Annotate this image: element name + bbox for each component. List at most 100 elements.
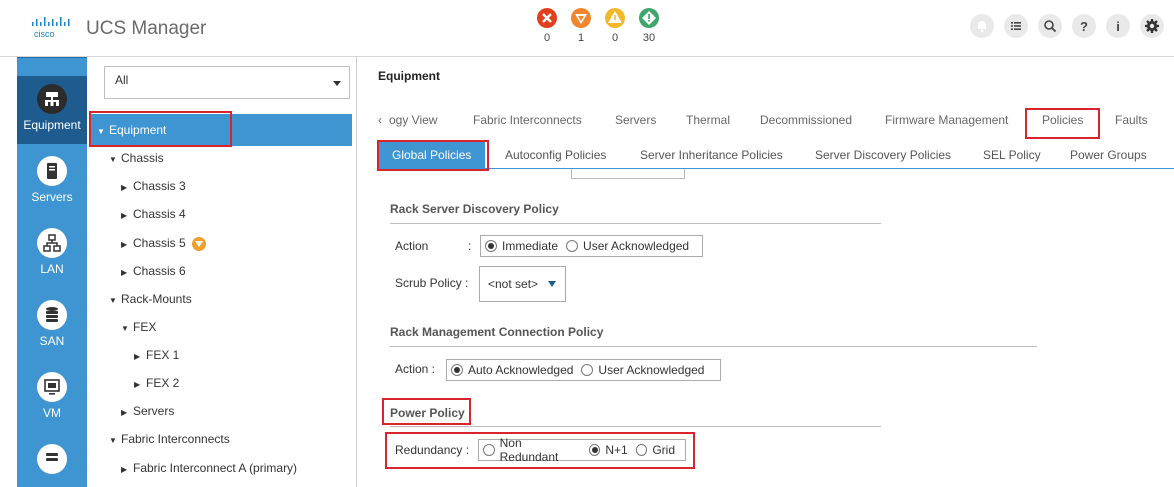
expand-right-icon: ▶ <box>121 408 128 417</box>
rack-discovery-action-radio-group: Immediate User Acknowledged <box>480 235 703 257</box>
tab-thermal[interactable]: Thermal <box>686 105 730 135</box>
expand-right-icon: ▶ <box>121 465 128 474</box>
tree-item-fabric-interconnect-a[interactable]: ▶ Fabric Interconnect A (primary) <box>121 454 297 482</box>
nav-vm[interactable]: VM <box>17 372 87 420</box>
tree-item-equipment[interactable]: ▼ Equipment <box>89 114 352 146</box>
info-icon[interactable]: i <box>1106 14 1130 38</box>
expand-down-icon: ▼ <box>109 296 117 305</box>
main-tab-bar: ‹ ogy View Fabric Interconnects Servers … <box>378 105 1174 135</box>
chevron-down-icon <box>548 281 557 287</box>
tab-firmware-management[interactable]: Firmware Management <box>885 105 1008 135</box>
expand-right-icon: ▶ <box>134 352 141 361</box>
subtab-power-groups[interactable]: Power Groups <box>1070 141 1147 169</box>
tree-filter-value: All <box>115 73 129 87</box>
tree-item-label: FEX 2 <box>146 376 180 390</box>
chevron-down-icon <box>333 81 341 86</box>
scrub-policy-value: <not set> <box>488 277 539 291</box>
expand-down-icon: ▼ <box>97 127 105 136</box>
nav-more[interactable] <box>17 444 87 478</box>
scrub-policy-label: Scrub Policy : <box>395 276 469 290</box>
list-icon[interactable] <box>1004 14 1028 38</box>
tree-item-label: Chassis <box>121 151 164 165</box>
tree-item-label: Equipment <box>109 123 167 137</box>
tree-item-servers[interactable]: ▶ Servers <box>121 397 174 425</box>
major-fault-summary[interactable]: 1 <box>566 7 596 44</box>
tab-servers[interactable]: Servers <box>615 105 656 135</box>
search-icon[interactable] <box>1038 14 1062 38</box>
warning-fault-icon <box>639 8 659 28</box>
tree-item-chassis-5[interactable]: ▶ Chassis 5 <box>121 229 206 257</box>
radio-n-plus-1[interactable] <box>588 444 601 456</box>
tree-item-fex[interactable]: ▼ FEX <box>121 313 156 341</box>
minor-fault-summary[interactable]: 0 <box>600 7 630 44</box>
radio-user-acknowledged-label: User Acknowledged <box>598 363 705 377</box>
nav-equipment-label: Equipment <box>23 118 81 132</box>
scrolled-field-remnant <box>571 169 685 179</box>
radio-auto-acknowledged[interactable] <box>451 364 463 376</box>
subtab-autoconfig-policies[interactable]: Autoconfig Policies <box>505 141 606 169</box>
tab-topology-view[interactable]: ogy View <box>389 105 437 135</box>
help-icon[interactable]: ? <box>1072 14 1096 38</box>
critical-fault-summary[interactable]: 0 <box>532 7 562 44</box>
radio-immediate[interactable] <box>485 240 497 252</box>
app-title: UCS Manager <box>86 18 207 39</box>
navigation-tree-panel: All ▼ Equipment ▼ Chassis ▶ Chassis 3 ▶ Chas… <box>87 57 357 487</box>
expand-down-icon: ▼ <box>109 155 117 164</box>
power-policy-title: Power Policy <box>390 406 465 420</box>
header-toolbar: ? i <box>970 14 1164 38</box>
subtab-global-policies[interactable]: Global Policies <box>378 141 486 169</box>
warning-fault-summary[interactable]: 30 <box>634 7 664 44</box>
critical-fault-count: 0 <box>543 32 551 44</box>
tab-scroll-left[interactable]: ‹ <box>378 105 382 135</box>
radio-user-acknowledged[interactable] <box>581 364 594 376</box>
tree-item-chassis-4[interactable]: ▶ Chassis 4 <box>121 200 186 228</box>
rack-mgmt-action-radio-group: Auto Acknowledged User Acknowledged <box>446 359 721 381</box>
tree-filter-select[interactable]: All <box>104 66 350 99</box>
redundancy-label: Redundancy : <box>395 443 470 457</box>
tree-item-fex-1[interactable]: ▶ FEX 1 <box>134 341 179 369</box>
tab-fabric-interconnects[interactable]: Fabric Interconnects <box>473 105 582 135</box>
subtab-sel-policy[interactable]: SEL Policy <box>983 141 1041 169</box>
section-divider <box>390 346 1037 347</box>
nav-lan-label: LAN <box>40 262 64 276</box>
nav-equipment[interactable]: Equipment <box>17 76 87 144</box>
nav-san[interactable]: SAN <box>17 300 87 348</box>
expand-right-icon: ▶ <box>121 211 128 220</box>
bell-icon[interactable] <box>970 14 994 38</box>
tree-item-fabric-interconnects[interactable]: ▼ Fabric Interconnects <box>109 425 230 453</box>
major-fault-count: 1 <box>577 32 585 44</box>
nav-lan[interactable]: LAN <box>17 228 87 276</box>
redundancy-radio-group: Non Redundant N+1 Grid <box>478 436 686 464</box>
section-divider <box>390 426 881 427</box>
tab-policies[interactable]: Policies <box>1042 105 1083 135</box>
radio-user-acknowledged[interactable] <box>566 240 579 252</box>
tree-item-rack-mounts[interactable]: ▼ Rack-Mounts <box>109 285 192 313</box>
subtab-server-discovery-policies[interactable]: Server Discovery Policies <box>815 141 951 169</box>
san-icon <box>37 300 67 330</box>
tree-item-chassis-6[interactable]: ▶ Chassis 6 <box>121 257 186 285</box>
tab-faults[interactable]: Faults <box>1115 105 1148 135</box>
rack-management-connection-title: Rack Management Connection Policy <box>390 325 604 339</box>
radio-grid-label: Grid <box>652 443 675 457</box>
tree-item-chassis[interactable]: ▼ Chassis <box>109 144 164 172</box>
tree-item-chassis-3[interactable]: ▶ Chassis 3 <box>121 172 186 200</box>
tree-item-fex-2[interactable]: ▶ FEX 2 <box>134 369 179 397</box>
sub-tab-bar: Global Policies Autoconfig Policies Serv… <box>378 141 1174 169</box>
nav-servers[interactable]: Servers <box>17 156 87 204</box>
subtab-server-inheritance-policies[interactable]: Server Inheritance Policies <box>640 141 783 169</box>
tab-decommissioned[interactable]: Decommissioned <box>760 105 852 135</box>
cisco-logo: cisco <box>32 17 70 39</box>
radio-non-redundant[interactable] <box>483 444 495 456</box>
tree-item-label: Chassis 5 <box>133 236 186 250</box>
section-divider <box>390 223 881 224</box>
expand-down-icon: ▼ <box>109 436 117 445</box>
warning-fault-count: 30 <box>642 32 656 44</box>
nav-vm-label: VM <box>43 406 61 420</box>
top-header: cisco UCS Manager 0 1 0 30 ? i <box>0 0 1174 57</box>
tree-item-label: Fabric Interconnect A (primary) <box>133 461 298 475</box>
settings-icon[interactable] <box>1140 14 1164 38</box>
scrub-policy-select[interactable]: <not set> <box>479 266 566 302</box>
radio-grid[interactable] <box>635 444 648 456</box>
equipment-icon <box>37 84 67 114</box>
rack-discovery-action-colon: : <box>468 239 472 253</box>
